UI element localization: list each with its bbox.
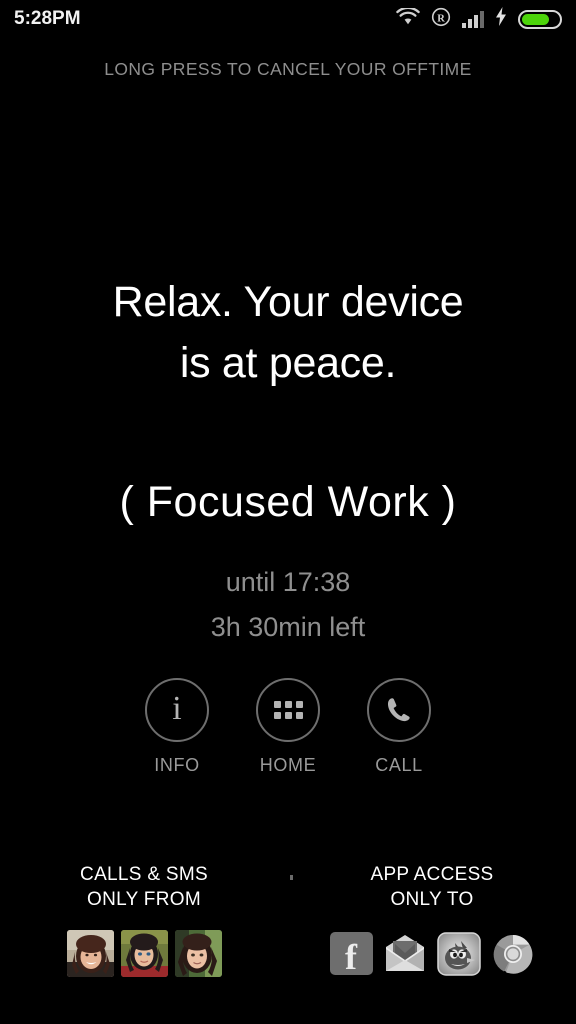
headline-line-1: Relax. Your device [112,278,464,326]
home-button[interactable]: HOME [251,678,325,776]
info-icon: i [172,690,182,727]
profile-name: ( Focused Work ) [119,478,457,526]
angry-birds-icon[interactable] [436,930,483,977]
svg-text:R: R [437,13,445,24]
contacts-title-line-1: CALLS & SMS [80,864,208,885]
info-button-circle[interactable]: i [145,678,209,742]
charging-icon [495,7,507,31]
contact-photo-1[interactable] [66,930,114,977]
facebook-icon[interactable]: f [328,930,375,977]
call-button[interactable]: CALL [362,678,436,776]
page-title: Relax. Your device is at peace. [0,272,576,394]
contacts-section: CALLS & SMS ONLY FROM [0,862,288,977]
battery-icon [518,9,562,29]
status-bar: 5:28PM R [0,0,576,38]
facebook-tile: f [329,932,373,977]
roaming-icon: R [431,7,451,32]
facebook-glyph: f [345,936,357,977]
chrome-icon[interactable] [490,930,537,977]
call-button-circle[interactable] [367,678,431,742]
home-button-label: HOME [259,755,317,775]
offtime-lock-screen: 5:28PM R LONG PRESS TO CANCEL YOUR OFFTI… [0,0,576,1024]
gmail-icon[interactable] [382,930,429,977]
until-time: until 17:38 [225,567,351,597]
contact-photo-2[interactable] [120,930,168,977]
contacts-title-line-2: ONLY FROM [87,889,201,910]
bottom-sections: CALLS & SMS ONLY FROM APP ACCESS ONLY TO… [0,862,576,977]
contacts-list [66,930,222,977]
status-bar-clock: 5:28PM [14,8,81,29]
contacts-section-title: CALLS & SMS ONLY FROM [80,862,208,912]
long-press-hint[interactable]: LONG PRESS TO CANCEL YOUR OFFTIME [0,59,576,80]
action-buttons: i INFO HOME CALL [0,678,576,776]
signal-icon [462,10,484,28]
info-button-label: INFO [154,755,200,775]
contact-photo-3[interactable] [174,930,222,977]
headline-line-2: is at peace. [179,339,397,387]
apps-title-line-2: ONLY TO [390,889,474,910]
apps-list: f [328,930,537,977]
info-button[interactable]: i INFO [140,678,214,776]
status-bar-icons: R [396,6,562,32]
battery-fill [522,13,550,25]
time-remaining: 3h 30min left [210,612,366,642]
apps-section: APP ACCESS ONLY TO f [288,862,576,977]
apps-section-title: APP ACCESS ONLY TO [370,862,493,912]
timing-info: until 17:38 3h 30min left [0,560,576,650]
apps-title-line-1: APP ACCESS [370,864,494,885]
home-button-circle[interactable] [256,678,320,742]
call-button-label: CALL [375,755,423,775]
app-grid-icon [273,701,303,719]
wifi-icon [396,6,420,31]
phone-icon [383,694,415,726]
